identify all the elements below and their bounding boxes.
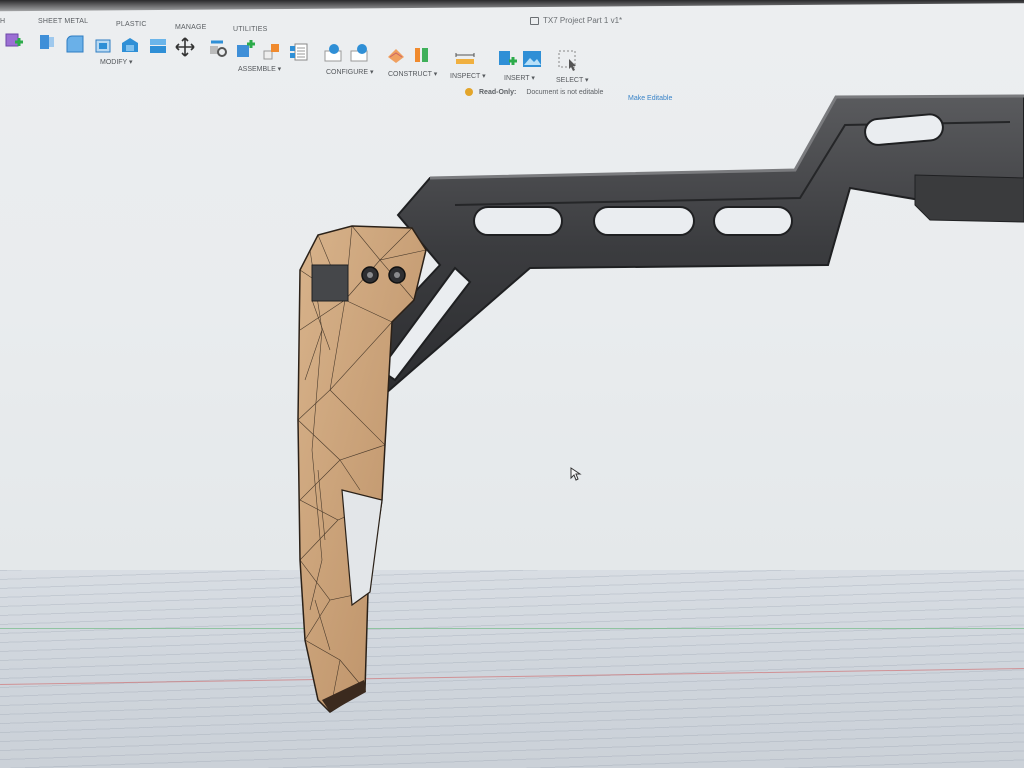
viewport-model[interactable] bbox=[0, 0, 1024, 768]
cursor-icon bbox=[570, 467, 582, 481]
screen: H SHEET METAL PLASTIC MANAGE UTILITIES M… bbox=[0, 0, 1024, 768]
grip-mesh-body bbox=[297, 225, 427, 713]
stock-arm-body bbox=[360, 94, 1024, 402]
